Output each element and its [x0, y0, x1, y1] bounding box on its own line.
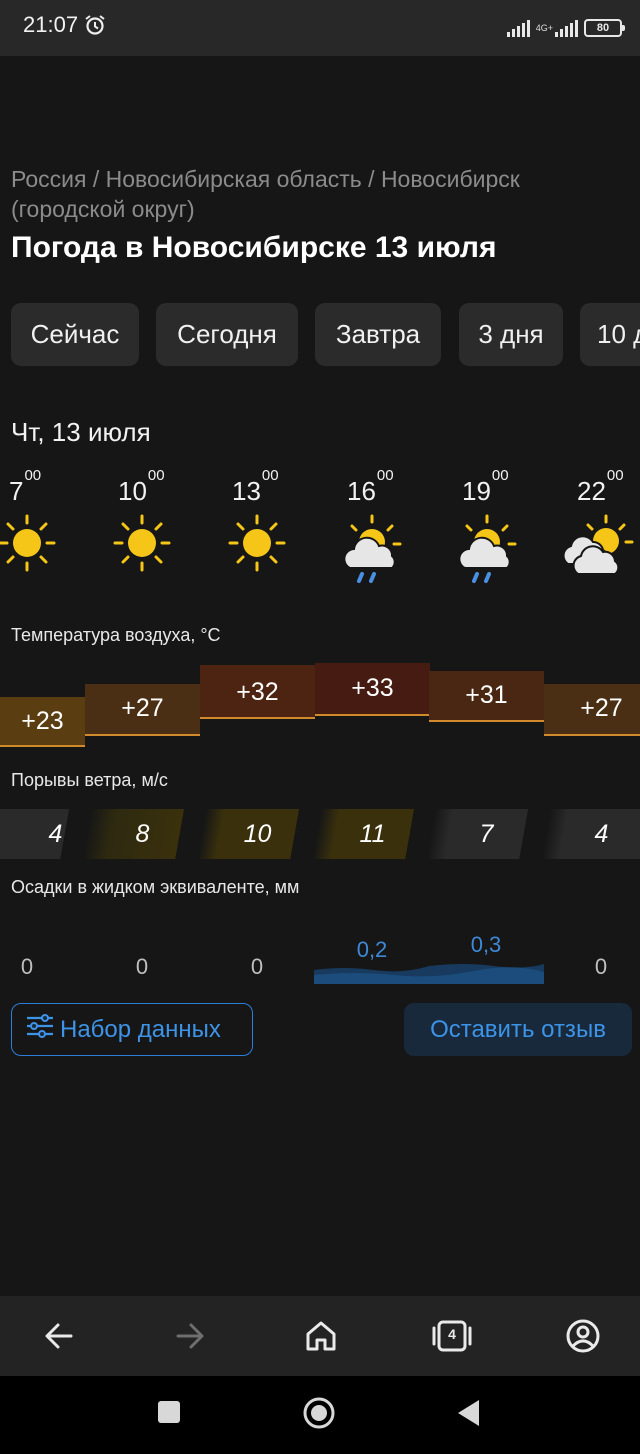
tab-today[interactable]: Сегодня	[156, 303, 298, 366]
profile-icon[interactable]	[564, 1316, 602, 1356]
hour-label: 1300	[232, 467, 279, 506]
feedback-button[interactable]: Оставить отзыв	[404, 1003, 632, 1056]
sun-cloud-icon	[562, 514, 634, 575]
tabs-count: 4	[448, 1326, 456, 1342]
system-nav-bar	[0, 1376, 640, 1454]
temp-cell: +32	[200, 665, 315, 719]
dataset-button[interactable]: Набор данных	[11, 1003, 253, 1056]
status-indicators: 4G+ 80	[506, 14, 625, 42]
period-tabs: Сейчас Сегодня Завтра 3 дня 10 дней	[11, 303, 640, 366]
precip-value: 0	[20, 954, 34, 979]
home-icon[interactable]	[303, 1316, 339, 1356]
status-time: 21:07	[23, 12, 79, 37]
tab-now[interactable]: Сейчас	[11, 303, 139, 366]
alarm-icon	[84, 14, 106, 41]
back-arrow-icon[interactable]	[43, 1316, 75, 1356]
tab-10-days[interactable]: 10 дней	[580, 303, 640, 366]
dataset-button-label: Набор данных	[60, 1015, 221, 1043]
temp-cell: +23	[0, 697, 85, 747]
hour-label: 2200	[577, 467, 624, 506]
precipitation-label: Осадки в жидком эквиваленте, мм	[11, 877, 300, 897]
temp-cell: +27	[85, 684, 200, 736]
wind-cell: 11	[315, 809, 430, 859]
signal-icon-2	[555, 19, 578, 37]
precip-value: 0	[594, 954, 608, 979]
temperature-label: Температура воздуха, °C	[11, 625, 221, 645]
precip-value: 0,3	[470, 932, 502, 957]
wind-label: Порывы ветра, м/с	[11, 770, 168, 790]
wind-cell: 4	[0, 809, 85, 859]
wind-cell: 8	[85, 809, 200, 859]
breadcrumb[interactable]: Россия / Новосибирская область / Новосиб…	[11, 164, 621, 224]
temp-cell: +27	[544, 684, 640, 736]
wind-cell: 4	[544, 809, 640, 859]
sun-cloud-rain-icon	[343, 514, 402, 583]
precip-value: 0	[135, 954, 149, 979]
browser-nav-bar: 4	[0, 1296, 640, 1376]
sun-icon	[0, 514, 56, 572]
wind-cell: 7	[429, 809, 544, 859]
tabs-icon[interactable]: 4	[431, 1316, 473, 1356]
signal-icon	[506, 19, 530, 37]
home-circle-icon[interactable]	[302, 1396, 336, 1430]
precip-wave	[314, 964, 544, 984]
hour-label: 1900	[462, 467, 509, 506]
hour-label: 1600	[347, 467, 394, 506]
forward-arrow-icon[interactable]	[174, 1316, 206, 1356]
sun-icon	[113, 514, 171, 572]
status-bar: 21:07 4G+ 80	[0, 0, 640, 56]
page-title: Погода в Новосибирске 13 июля	[11, 231, 497, 264]
battery-icon: 80	[584, 19, 625, 37]
sliders-icon	[26, 1013, 54, 1046]
temp-cell: +33	[315, 663, 430, 716]
sun-icon	[228, 514, 286, 572]
hour-label: 700	[9, 467, 42, 506]
temp-cell: +31	[429, 671, 544, 722]
wind-cell: 10	[200, 809, 315, 859]
network-type: 4G+	[535, 22, 553, 33]
day-label: Чт, 13 июля	[11, 417, 151, 447]
tab-3-days[interactable]: 3 дня	[459, 303, 563, 366]
battery-level: 80	[596, 22, 610, 34]
back-triangle-icon[interactable]	[455, 1398, 481, 1428]
hour-label: 1000	[118, 467, 165, 506]
recents-icon[interactable]	[157, 1400, 181, 1424]
precip-value: 0	[250, 954, 264, 979]
sun-cloud-rain-icon	[458, 514, 517, 583]
tab-tomorrow[interactable]: Завтра	[315, 303, 441, 366]
